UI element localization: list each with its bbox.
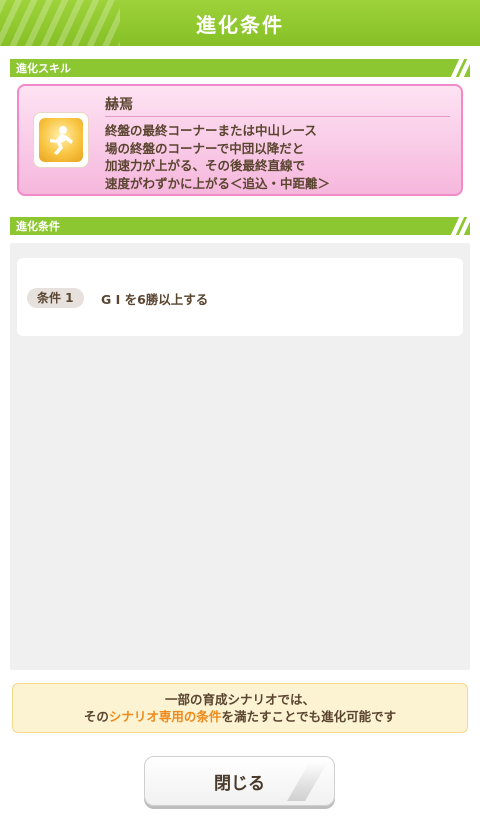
- scenario-note: 一部の育成シナリオでは、 そのシナリオ専用の条件を満たすことでも進化可能です: [12, 683, 468, 733]
- header-stripes: [0, 0, 120, 46]
- section-bar-skill: 進化スキル: [10, 59, 470, 77]
- dialog-title: 進化条件: [196, 12, 284, 37]
- note-line-1: 一部の育成シナリオでは、: [164, 692, 315, 707]
- note-highlight: シナリオ専用の条件: [108, 709, 222, 724]
- skill-card: 赫焉 終盤の最終コーナーまたは中山レース 場の終盤のコーナーで中団以降だと 加速…: [17, 84, 463, 196]
- section-label-skill: 進化スキル: [16, 62, 71, 75]
- golden-runner-icon: [39, 118, 83, 162]
- section-label-condition: 進化条件: [16, 220, 60, 233]
- condition-text: G I を6勝以上する: [101, 292, 209, 307]
- condition-card: 条件 1 G I を6勝以上する: [17, 258, 463, 336]
- note-line-2-post: を満たすことでも進化可能です: [221, 709, 397, 724]
- dialog-header: 進化条件: [0, 0, 480, 46]
- close-button-label: 閉じる: [214, 773, 265, 794]
- skill-description: 終盤の最終コーナーまたは中山レース 場の終盤のコーナーで中団以降だと 加速力が上…: [105, 123, 331, 191]
- button-decoration: [287, 763, 327, 801]
- section-bar-condition: 進化条件: [10, 217, 470, 235]
- condition-list-area[interactable]: 条件 1 G I を6勝以上する: [10, 243, 470, 670]
- skill-name: 赫焉: [105, 97, 133, 113]
- close-button[interactable]: 閉じる: [144, 756, 335, 806]
- note-line-2: そのシナリオ専用の条件を満たすことでも進化可能です: [84, 708, 396, 725]
- runner-glyph: [50, 126, 73, 155]
- skill-icon-frame: [33, 112, 89, 168]
- note-line-2-pre: その: [83, 709, 109, 724]
- skill-divider: [105, 116, 450, 117]
- condition-badge: 条件 1: [27, 288, 84, 308]
